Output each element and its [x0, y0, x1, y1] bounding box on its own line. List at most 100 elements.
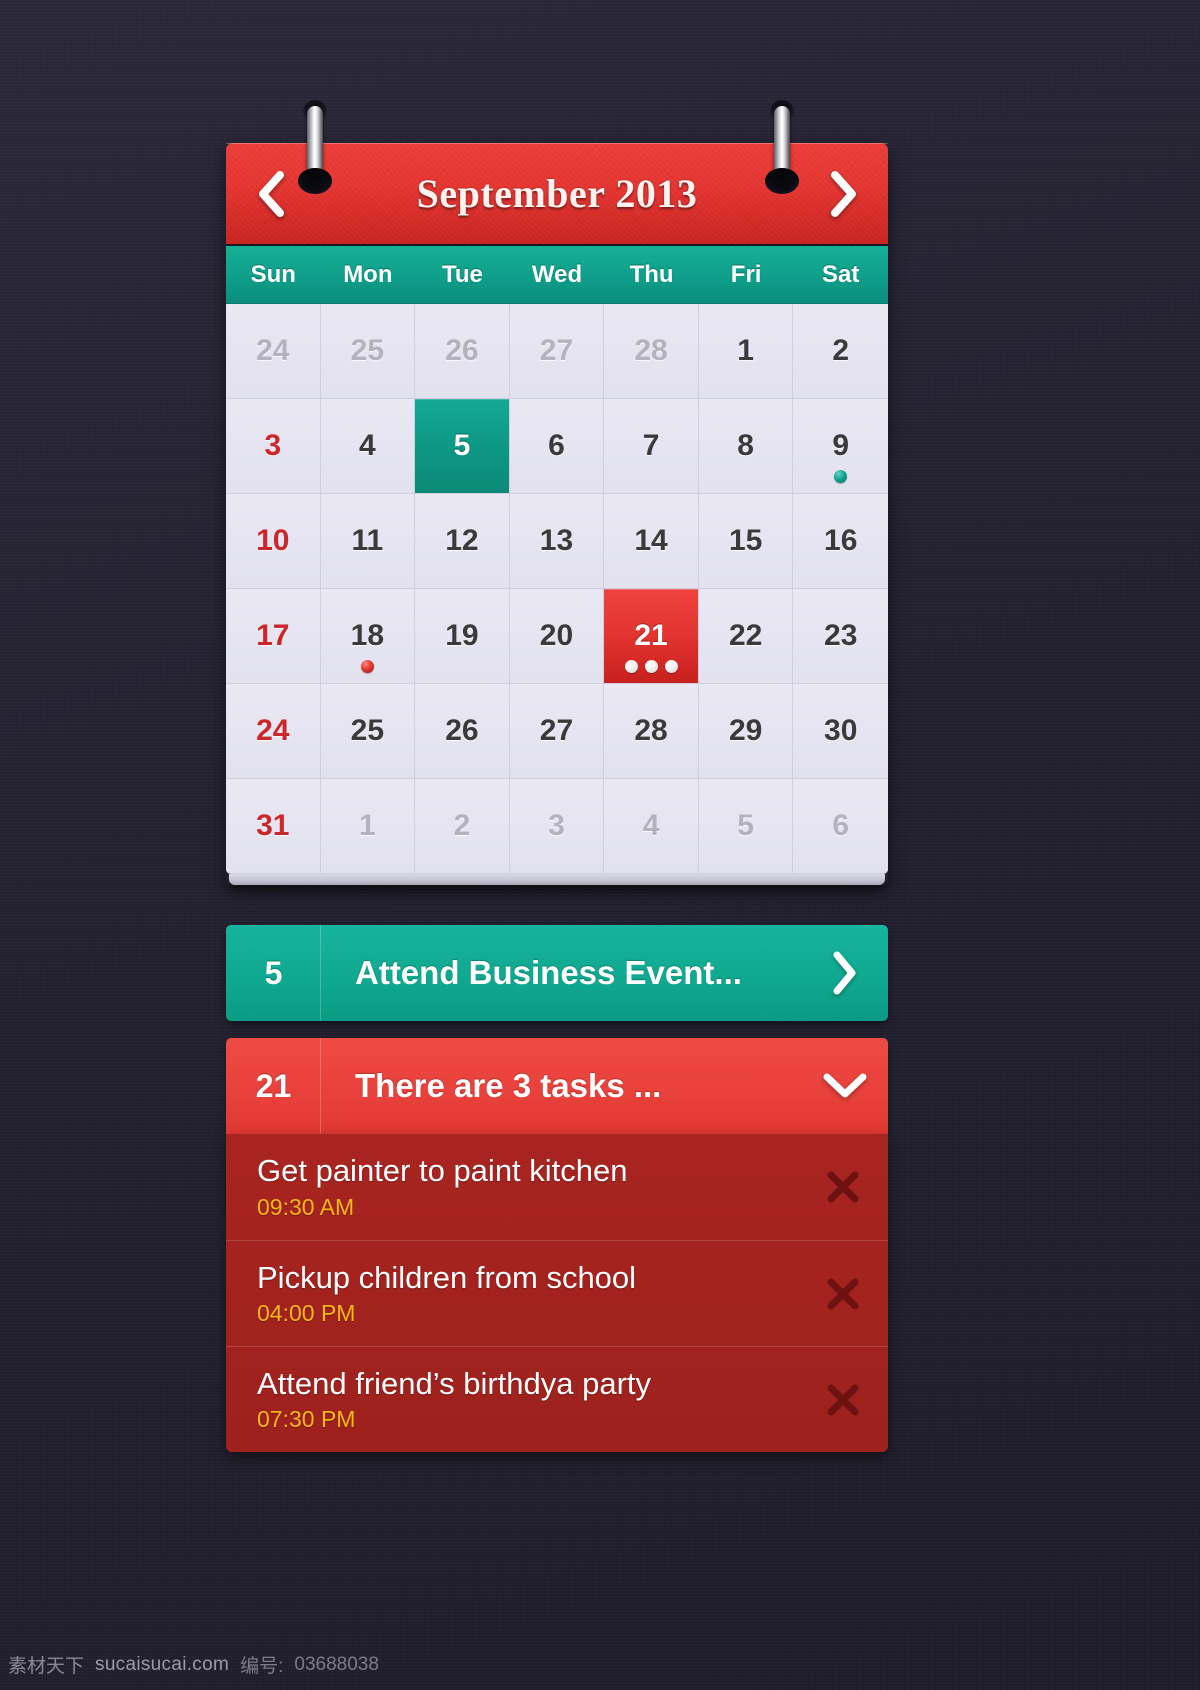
day-cell[interactable]: 27 — [509, 304, 605, 399]
day-cell[interactable]: 6 — [793, 779, 888, 874]
day-cell[interactable]: 7 — [604, 399, 699, 494]
task-time: 07:30 PM — [257, 1406, 356, 1433]
task-text: Get painter to paint kitchen 09:30 AM — [257, 1153, 798, 1221]
event-dots — [604, 660, 698, 673]
task-list: Get painter to paint kitchen 09:30 AM Pick… — [226, 1134, 888, 1452]
day-cell[interactable]: 14 — [604, 494, 699, 589]
watermark: 素材天下 sucaisucai.com 编号: 03688038 — [8, 1651, 379, 1678]
day-cell[interactable]: 3 — [509, 779, 605, 874]
day-cell[interactable]: 28 — [604, 304, 699, 399]
event-summary-bar[interactable]: 5 Attend Business Event... — [226, 925, 888, 1021]
day-cell[interactable]: 8 — [698, 399, 794, 494]
task-row[interactable]: Pickup children from school 04:00 PM — [226, 1240, 888, 1346]
day-number: 24 — [256, 334, 290, 367]
day-number: 17 — [256, 619, 290, 652]
day-number: 5 — [737, 809, 754, 842]
day-number: 4 — [642, 809, 660, 842]
event-dot — [360, 660, 374, 673]
day-cell[interactable]: 16 — [793, 494, 888, 589]
binder-ring-right — [765, 100, 799, 194]
day-cell[interactable]: 2 — [793, 304, 888, 399]
tasks-collapse-button[interactable] — [802, 1038, 888, 1134]
day-cell[interactable]: 5 — [698, 779, 794, 874]
close-x-icon — [827, 1171, 859, 1203]
day-cell[interactable]: 30 — [793, 684, 888, 779]
day-number: 28 — [634, 714, 668, 747]
day-number: 1 — [359, 809, 376, 842]
day-cell[interactable]: 23 — [793, 589, 888, 684]
day-cell[interactable]: 3 — [226, 399, 321, 494]
day-cell[interactable]: 31 — [226, 779, 321, 874]
day-cell[interactable]: 25 — [320, 684, 416, 779]
day-number: 7 — [642, 429, 660, 462]
day-cell[interactable]: 4 — [320, 399, 416, 494]
day-cell[interactable]: 29 — [698, 684, 794, 779]
day-cell[interactable]: 5 — [415, 399, 510, 494]
day-cell[interactable]: 17 — [226, 589, 321, 684]
day-cell[interactable]: 11 — [320, 494, 416, 589]
day-number: 2 — [453, 809, 471, 842]
chevron-left-icon — [259, 170, 284, 217]
task-delete-button[interactable] — [798, 1277, 888, 1311]
day-cell[interactable]: 18 — [320, 589, 416, 684]
day-cell[interactable]: 22 — [698, 589, 794, 684]
task-row[interactable]: Attend friend’s birthdya party 07:30 PM — [226, 1346, 888, 1452]
day-cell[interactable]: 26 — [415, 304, 510, 399]
day-cell[interactable]: 9 — [793, 399, 888, 494]
event-dot — [644, 660, 658, 673]
day-cell[interactable]: 26 — [415, 684, 510, 779]
day-cell[interactable]: 6 — [509, 399, 605, 494]
task-title: Pickup children from school — [257, 1259, 637, 1295]
day-cell[interactable]: 27 — [509, 684, 605, 779]
weekday-fri: Fri — [730, 260, 762, 288]
day-number: 19 — [445, 619, 479, 652]
day-cell[interactable]: 12 — [415, 494, 510, 589]
close-x-icon — [827, 1384, 859, 1415]
event-day-number: 5 — [226, 925, 321, 1021]
day-cell[interactable]: 15 — [698, 494, 794, 589]
day-number: 20 — [539, 619, 574, 652]
task-time: 09:30 AM — [257, 1193, 355, 1220]
event-expand-button[interactable] — [802, 925, 888, 1021]
day-number: 10 — [256, 524, 290, 557]
day-number: 30 — [824, 714, 858, 747]
task-time: 04:00 PM — [257, 1300, 356, 1327]
day-cell[interactable]: 13 — [509, 494, 605, 589]
day-number: 3 — [264, 429, 282, 462]
task-row[interactable]: Get painter to paint kitchen 09:30 AM — [226, 1134, 888, 1240]
day-cell[interactable]: 24 — [226, 304, 321, 399]
day-number: 9 — [832, 429, 850, 462]
chevron-right-icon — [833, 951, 856, 995]
task-delete-button[interactable] — [798, 1383, 888, 1417]
day-cell[interactable]: 24 — [226, 684, 321, 779]
day-cell[interactable]: 1 — [698, 304, 794, 399]
weekday-sun: Sun — [250, 260, 296, 288]
day-number: 1 — [737, 334, 754, 367]
watermark-brand-cn: 素材天下 — [8, 1656, 85, 1677]
task-title: Get painter to paint kitchen — [257, 1153, 628, 1189]
day-cell[interactable]: 28 — [604, 684, 699, 779]
day-cell[interactable]: 19 — [415, 589, 510, 684]
day-cell[interactable]: 20 — [509, 589, 605, 684]
event-dots — [793, 470, 888, 483]
day-number: 14 — [634, 524, 668, 557]
day-cell[interactable]: 25 — [320, 304, 416, 399]
day-cell[interactable]: 2 — [415, 779, 510, 874]
day-cell[interactable]: 4 — [604, 779, 699, 874]
event-dot — [834, 470, 848, 483]
task-delete-button[interactable] — [798, 1170, 888, 1204]
day-cell[interactable]: 21 — [604, 589, 699, 684]
day-number: 29 — [728, 714, 763, 747]
prev-month-button[interactable] — [248, 166, 292, 222]
tasks-summary-bar[interactable]: 21 There are 3 tasks ... — [226, 1038, 888, 1134]
day-cell[interactable]: 10 — [226, 494, 321, 589]
day-cell[interactable]: 1 — [320, 779, 416, 874]
day-number: 11 — [351, 524, 384, 557]
calendar-day-grid: 24 25 26 27 28 1 2 3 4 5 6 7 8 9 10 11 12 13 14 15 16 17 18 19 2… — [226, 304, 888, 874]
day-number: 27 — [539, 714, 574, 747]
day-number: 24 — [256, 714, 290, 747]
next-month-button[interactable] — [822, 166, 866, 222]
weekday-tue: Tue — [441, 260, 483, 288]
day-number: 12 — [445, 524, 479, 557]
day-number: 2 — [832, 334, 850, 367]
